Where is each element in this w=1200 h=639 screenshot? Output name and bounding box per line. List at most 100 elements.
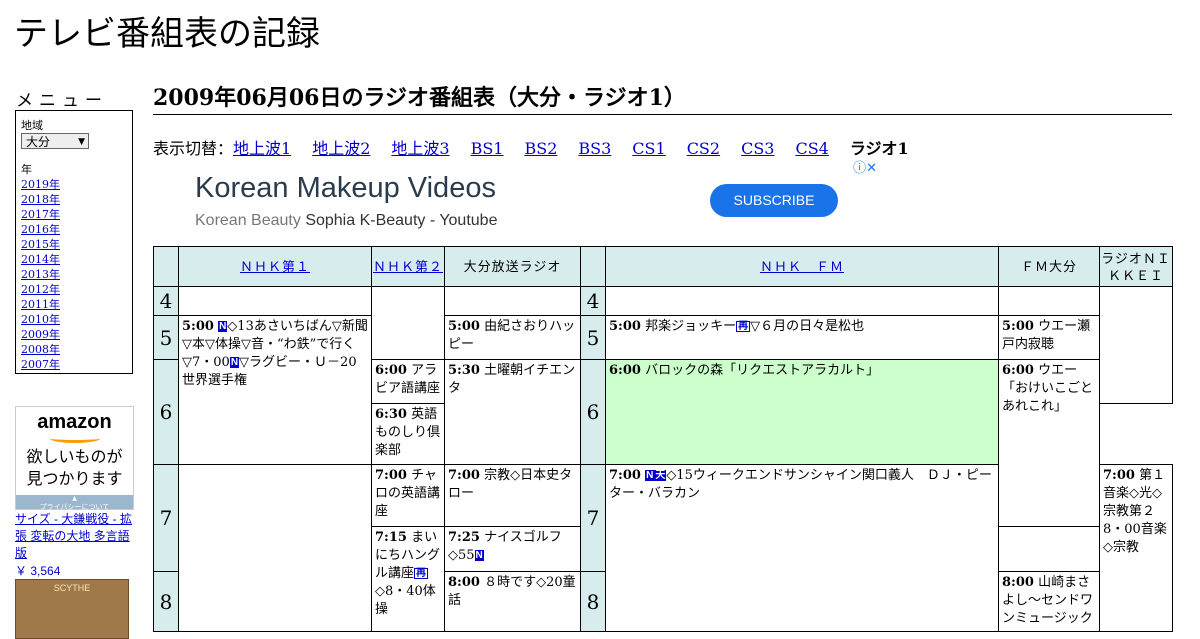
rerun-mark-icon: 再: [736, 321, 751, 332]
ad-headline[interactable]: Korean Makeup Videos: [195, 172, 496, 205]
program-cell-highlight[interactable]: 6:00 バロックの森「リクエストアラカルト」: [605, 359, 999, 465]
program-cell[interactable]: 7:15 まいにちハングル講座 再◇8・40体操: [371, 526, 445, 632]
program-time: 6:00: [609, 363, 641, 378]
program-time: 6:30: [375, 407, 407, 422]
chevron-up-icon: ▲: [72, 495, 77, 502]
year-link[interactable]: 2008年: [21, 342, 127, 357]
amazon-tagline-line1: 欲しいものが: [26, 449, 123, 466]
year-link[interactable]: 2014年: [21, 252, 127, 267]
program-time: 7:00: [448, 468, 480, 483]
ad-sub-a: Korean Beauty: [195, 212, 301, 229]
program-cell: [444, 286, 581, 316]
product-link[interactable]: サイズ - 大鎌戦役 - 拡張 変転の大地 多言語版: [15, 511, 135, 562]
program-cell: [605, 286, 999, 316]
amazon-tagline: 欲しいものが 見つかります: [16, 447, 133, 491]
year-link[interactable]: 2012年: [21, 282, 127, 297]
hour-row-4: 4 4: [153, 286, 1173, 404]
program-cell[interactable]: 7:00 宗教◇日本史タロー: [444, 464, 581, 527]
year-link[interactable]: 2017年: [21, 207, 127, 222]
site-title: テレビ番組表の記録: [14, 14, 320, 54]
corner-cell: [153, 246, 179, 287]
hour-cell: 8: [153, 571, 179, 632]
program-cell[interactable]: 6:30 英語ものしり倶楽部: [371, 403, 445, 465]
product-price: ￥ 3,564: [15, 564, 61, 578]
program-time: 5:30: [448, 363, 480, 378]
amazon-smile-icon: [49, 434, 100, 443]
year-label: 年: [21, 163, 32, 176]
program-time: 5:00: [609, 319, 641, 334]
year-link[interactable]: 2016年: [21, 222, 127, 237]
program-cell[interactable]: 7:00 N 天◇15ウィークエンドサンシャイン関口義人 ＤＪ・ピーター・バラカン: [605, 464, 999, 632]
program-cell[interactable]: 6:00 ウエー「おけいこごとあれこれ」: [998, 359, 1100, 527]
program-cell[interactable]: 7:00 第１音楽◇光◇宗教第２ 8・00音楽◇宗教: [1099, 464, 1173, 632]
hour-cell: 7: [153, 464, 179, 572]
channel-header-nhk1: ＮＨＫ第１: [178, 246, 372, 287]
year-link[interactable]: 2015年: [21, 237, 127, 252]
program-time: 7:00: [375, 468, 407, 483]
program-cell[interactable]: 7:25 ナイスゴルフ◇55N: [444, 526, 581, 572]
program-cell: [998, 286, 1100, 316]
program-cell: [371, 286, 445, 360]
program-cell[interactable]: 5:00 N◇13あさいちばん▽新聞▽本▽体操▽音・“わ鉄”で行く▽7・00N▽…: [178, 315, 372, 465]
channel-link-nhk1[interactable]: ＮＨＫ第１: [240, 259, 310, 274]
dropdown-arrow-icon: ▼: [78, 137, 85, 147]
amazon-tagline-line2: 見つかります: [26, 471, 123, 488]
year-link[interactable]: 2009年: [21, 327, 127, 342]
product-image-title: SCYTHE: [53, 583, 91, 593]
year-link[interactable]: 2018年: [21, 192, 127, 207]
program-cell: [178, 464, 372, 632]
amazon-ad[interactable]: amazon 欲しいものが 見つかります ▲ プライバシーについて: [15, 406, 134, 511]
region-label: 地域: [21, 119, 43, 132]
year-link[interactable]: 2013年: [21, 267, 127, 282]
ad-info-close-icon[interactable]: ⓘ✕: [853, 157, 877, 176]
hour-cell: 7: [580, 464, 606, 572]
channel-header-nhkfm: ＮＨＫ ＦＭ: [605, 246, 999, 287]
program-cell[interactable]: 5:00 ウエー瀬戸内寂聴: [998, 315, 1100, 360]
year-link[interactable]: 2007年: [21, 357, 127, 372]
program-cell: [1099, 286, 1173, 404]
program-title: ▽６月の日々是松也: [750, 319, 865, 334]
program-time: 5:00: [448, 319, 480, 334]
google-ad[interactable]: Korean Makeup Videos Korean Beauty Sophi…: [153, 156, 881, 245]
schedule-table: ＮＨＫ第１ ＮＨＫ第２ 大分放送ラジオ ＮＨＫ ＦＭ ＦＭ大分 ラジオＮＩＫＫＥ…: [153, 246, 1173, 632]
program-cell[interactable]: 5:30 土曜朝イチエンタ: [444, 359, 581, 465]
program-time: 6:00: [1002, 363, 1034, 378]
hour-cell: 4: [580, 286, 606, 316]
news-mark-icon: N: [474, 550, 484, 561]
region-select[interactable]: 大分 ▼: [21, 133, 89, 149]
news-mark-icon: N: [218, 321, 228, 332]
program-time: 7:25: [448, 530, 480, 545]
hour-cell: 5: [580, 315, 606, 360]
subscribe-button[interactable]: SUBSCRIBE: [710, 184, 838, 217]
channel-header-fmoita: ＦＭ大分: [998, 246, 1100, 287]
program-cell[interactable]: 8:00 山崎まさよし～センドワンミュージック: [998, 571, 1100, 632]
program-cell[interactable]: 7:00 チャロの英語講座: [371, 464, 445, 527]
year-link[interactable]: 2011年: [21, 297, 127, 312]
program-time: 5:00: [1002, 319, 1034, 334]
program-time: 8:00: [1002, 575, 1034, 590]
hour-cell: 6: [580, 359, 606, 465]
hour-cell: 4: [153, 286, 179, 316]
channel-link-nhkfm[interactable]: ＮＨＫ ＦＭ: [760, 259, 844, 274]
year-link[interactable]: 2010年: [21, 312, 127, 327]
program-cell[interactable]: 5:00 由紀さおりハッピー: [444, 315, 581, 360]
program-cell[interactable]: 8:00 ８時です◇20童話: [444, 571, 581, 632]
year-list: 2019年 2018年 2017年 2016年 2015年 2014年 2013…: [21, 177, 127, 372]
program-title: バロックの森「リクエストアラカルト」: [645, 363, 880, 378]
program-cell[interactable]: 5:00 邦楽ジョッキー再 ▽６月の日々是松也: [605, 315, 999, 360]
program-cell: [178, 286, 372, 316]
amazon-privacy-link[interactable]: ▲ プライバシーについて: [16, 495, 133, 511]
ad-subline: Korean Beauty Sophia K-Beauty - Youtube: [195, 212, 497, 230]
hour-row-5: 5 5:00 N◇13あさいちばん▽新聞▽本▽体操▽音・“わ鉄”で行く▽7・00…: [153, 315, 1173, 465]
channel-link-nhk2[interactable]: ＮＨＫ第２: [373, 259, 443, 274]
program-title: 邦楽ジョッキー: [645, 319, 737, 334]
header-row: ＮＨＫ第１ ＮＨＫ第２ 大分放送ラジオ ＮＨＫ ＦＭ ＦＭ大分 ラジオＮＩＫＫＥ…: [153, 246, 1173, 287]
program-time: 7:00: [609, 468, 641, 483]
program-cell[interactable]: 6:00 アラビア語講座: [371, 359, 445, 404]
product-image[interactable]: SCYTHE: [15, 579, 129, 639]
year-link[interactable]: 2019年: [21, 177, 127, 192]
corner-cell: [580, 246, 606, 287]
channel-header-obs: 大分放送ラジオ: [444, 246, 581, 287]
program-title: ◇8・40体操: [375, 584, 436, 617]
program-time: 5:00: [182, 319, 214, 334]
